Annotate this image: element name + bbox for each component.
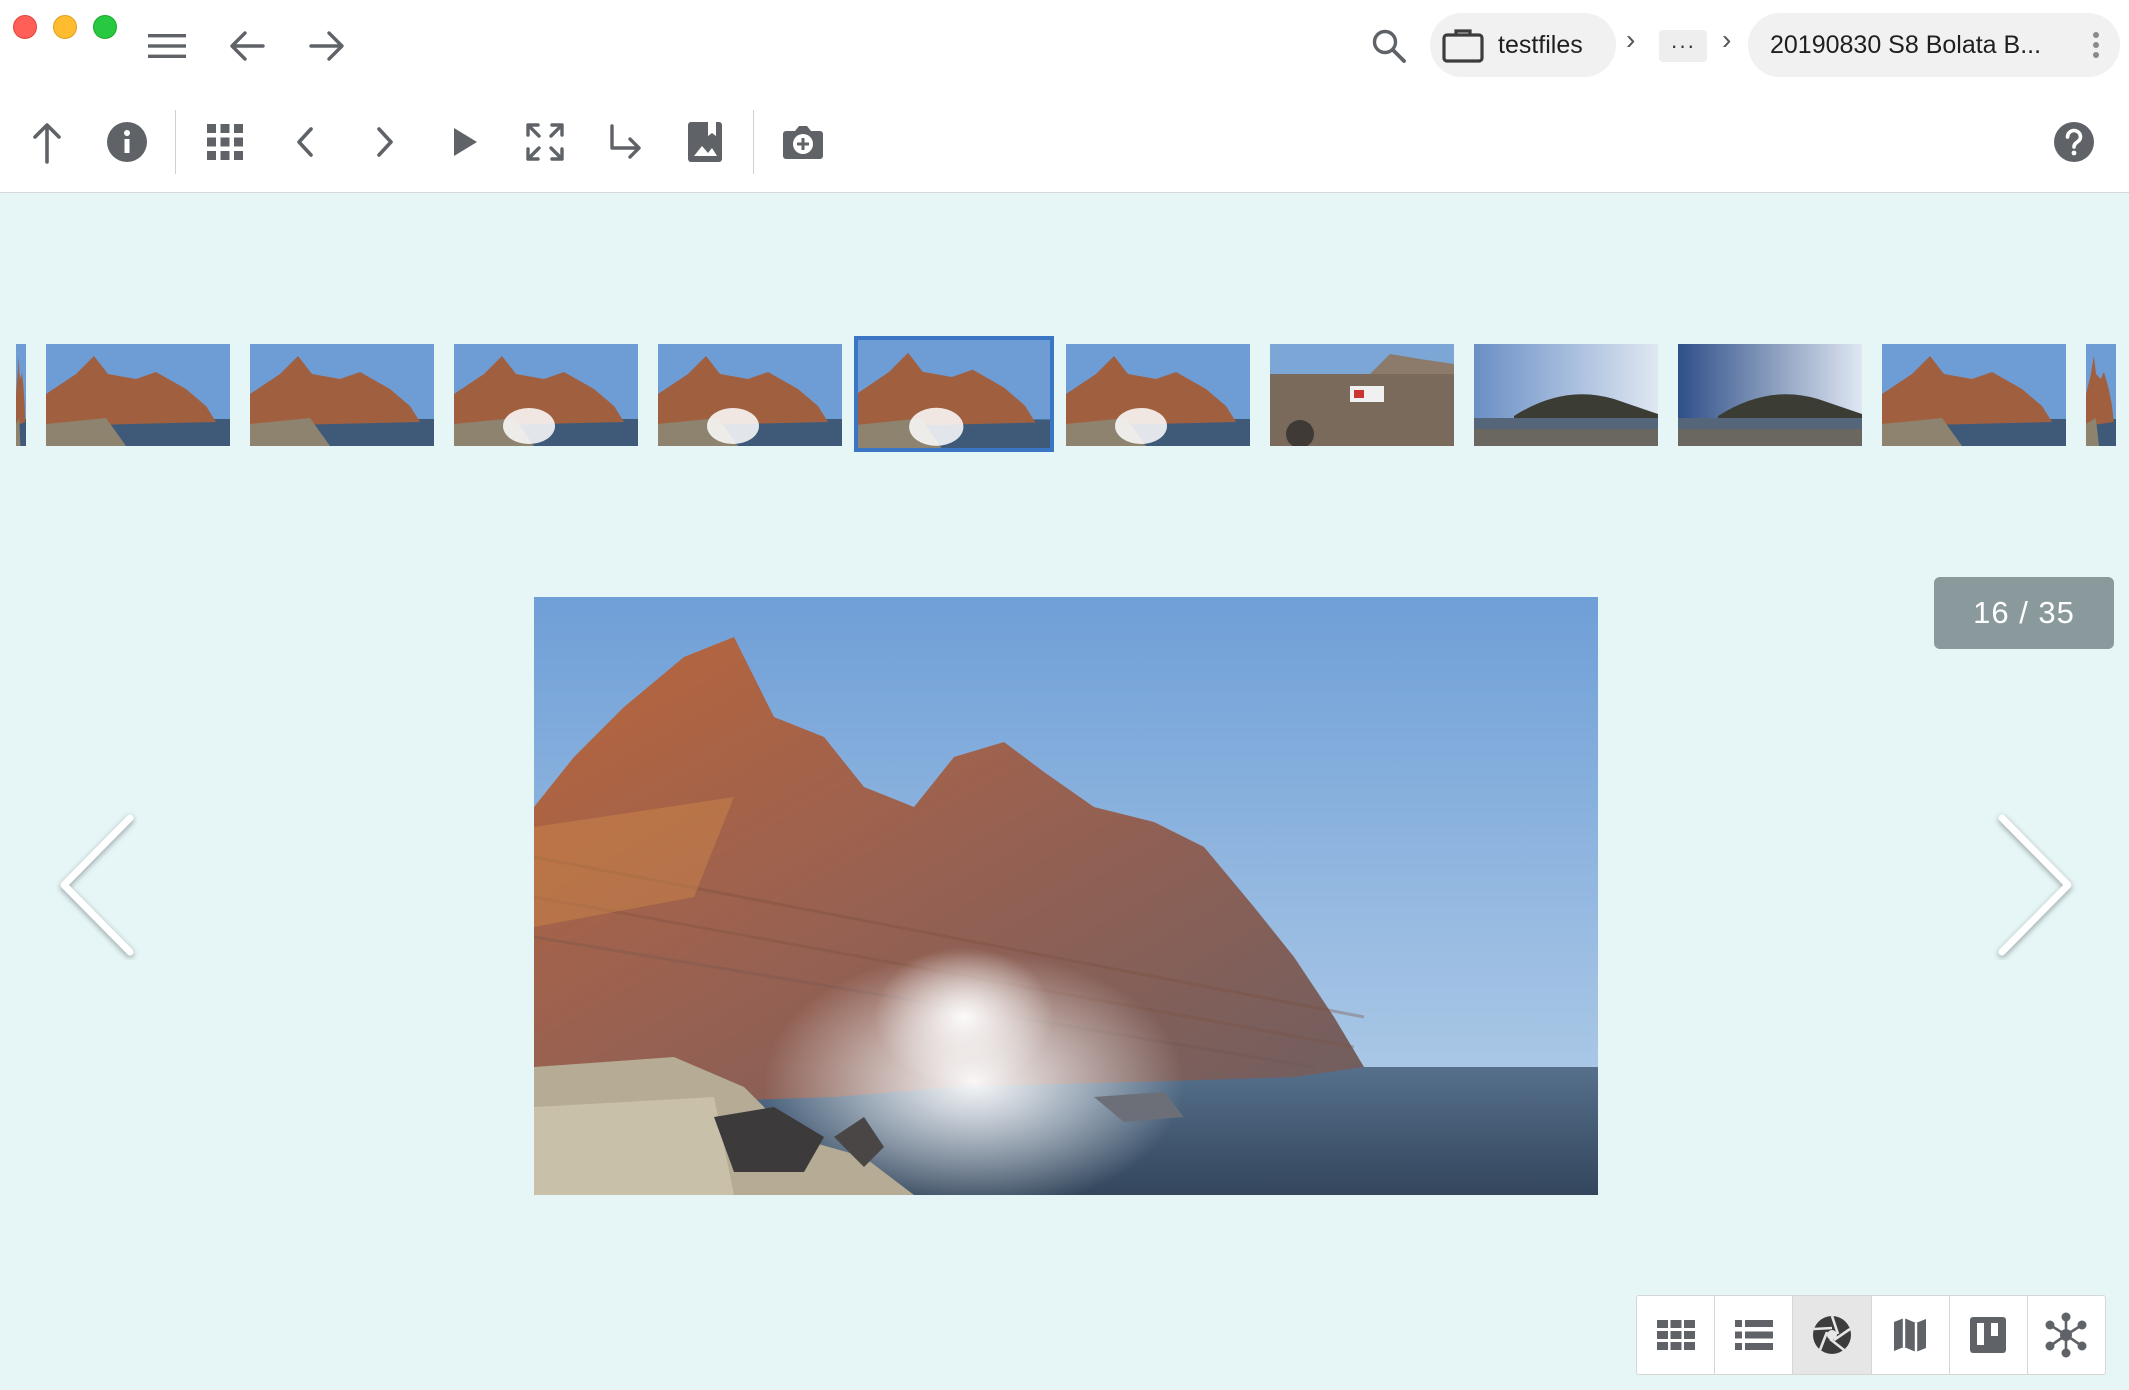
filmstrip-thumbnail[interactable] [1066, 344, 1250, 446]
filmstrip-thumbnail[interactable] [454, 344, 638, 446]
map-view-button[interactable] [1872, 1296, 1950, 1374]
photo-counter: 16 / 35 [1934, 577, 2114, 649]
large-chevron-right-icon[interactable] [1990, 810, 2080, 960]
toolbar [0, 92, 2129, 193]
breadcrumb-root[interactable]: testfiles [1430, 13, 1616, 77]
graph-icon [2043, 1312, 2089, 1358]
main-photo [534, 597, 1598, 1195]
photo-bookmark-icon[interactable] [677, 114, 733, 170]
view-switcher [1636, 1295, 2106, 1375]
filmstrip-thumbnail[interactable] [46, 344, 230, 446]
list-view-icon [1734, 1320, 1773, 1350]
breadcrumb-separator: › [1722, 24, 1732, 55]
kanban-icon [1970, 1317, 2007, 1353]
breadcrumb-separator: › [1626, 24, 1636, 55]
play-icon[interactable] [437, 114, 493, 170]
filmstrip [0, 336, 2129, 460]
hamburger-menu-icon[interactable] [142, 22, 192, 70]
breadcrumb-current[interactable]: 20190830 S8 Bolata B... [1748, 13, 2120, 77]
breadcrumb-current-label: 20190830 S8 Bolata B... [1770, 30, 2042, 59]
breadcrumb-ellipsis-button[interactable]: ··· [1659, 30, 1707, 62]
chevron-left-icon[interactable] [277, 114, 333, 170]
graph-view-button[interactable] [2028, 1296, 2105, 1374]
minimize-window-button[interactable] [53, 15, 77, 39]
zoom-window-button[interactable] [93, 15, 117, 39]
list-view-button[interactable] [1715, 1296, 1794, 1374]
filmstrip-thumbnail[interactable] [1882, 344, 2066, 446]
arrow-right-icon[interactable] [302, 22, 352, 70]
info-icon[interactable] [99, 114, 155, 170]
grid-icon[interactable] [197, 114, 253, 170]
fullscreen-icon[interactable] [517, 114, 573, 170]
grid-view-icon [1656, 1320, 1695, 1350]
large-chevron-left-icon[interactable] [52, 810, 142, 960]
breadcrumb-root-label: testfiles [1498, 30, 1583, 59]
filmstrip-thumbnail[interactable] [658, 344, 842, 446]
toolbar-divider [175, 110, 176, 174]
arrow-up-icon[interactable] [19, 114, 75, 170]
filmstrip-thumbnail[interactable] [16, 344, 26, 446]
aperture-icon [1811, 1314, 1853, 1356]
map-icon [1892, 1316, 1928, 1354]
filmstrip-thumbnail[interactable] [1270, 344, 1454, 446]
subdirectory-arrow-icon[interactable] [597, 114, 653, 170]
grid-view-button[interactable] [1637, 1296, 1716, 1374]
vertical-dots-icon[interactable] [2092, 31, 2100, 59]
toolbar-divider [753, 110, 754, 174]
filmstrip-thumbnail[interactable] [250, 344, 434, 446]
chevron-right-icon[interactable] [357, 114, 413, 170]
filmstrip-thumbnail[interactable] [1474, 344, 1658, 446]
title-bar: testfiles › ··· › 20190830 S8 Bolata B..… [0, 0, 2129, 92]
briefcase-icon [1442, 27, 1484, 63]
board-view-button[interactable] [1950, 1296, 2028, 1374]
filmstrip-thumbnail-selected[interactable] [854, 336, 1054, 452]
close-window-button[interactable] [13, 15, 37, 39]
help-icon[interactable] [2046, 114, 2102, 170]
search-icon[interactable] [1364, 22, 1414, 70]
camera-plus-icon[interactable] [775, 114, 831, 170]
gallery-view-button[interactable] [1793, 1296, 1872, 1374]
filmstrip-thumbnail[interactable] [2086, 344, 2116, 446]
arrow-left-icon[interactable] [222, 22, 272, 70]
filmstrip-thumbnail[interactable] [1678, 344, 1862, 446]
